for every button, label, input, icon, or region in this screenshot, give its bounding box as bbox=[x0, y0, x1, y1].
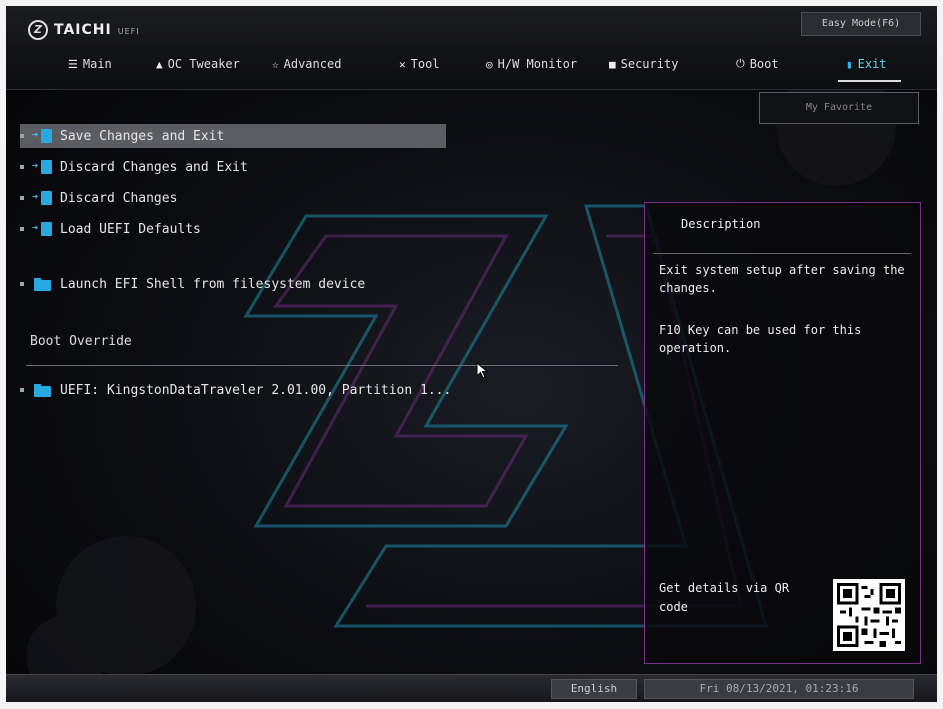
menu-item-label: Launch EFI Shell from filesystem device bbox=[60, 276, 366, 292]
tab-oc-tweaker[interactable]: ▲ OC Tweaker bbox=[156, 50, 240, 78]
bullet-icon bbox=[20, 134, 24, 138]
menu-item-save-changes-and-exit[interactable]: ➜ Save Changes and Exit bbox=[20, 124, 446, 148]
qr-caption: Get details via QR code bbox=[659, 581, 790, 614]
boot-override-heading: Boot Override bbox=[30, 334, 132, 349]
tools-icon: ✕ bbox=[399, 57, 406, 71]
bullet-icon bbox=[20, 388, 24, 392]
date-time-display: Fri 08/13/2021, 01:23:16 bbox=[644, 679, 914, 699]
tab-security[interactable]: ■ Security bbox=[609, 50, 678, 78]
exit-icon: ➜ bbox=[32, 129, 52, 143]
divider bbox=[26, 365, 618, 366]
menu-item-label: Load UEFI Defaults bbox=[60, 221, 201, 237]
folder-icon bbox=[32, 383, 52, 397]
divider bbox=[653, 253, 911, 254]
description-text: Exit system setup after saving the chang… bbox=[659, 263, 905, 295]
exit-icon: ▮ bbox=[846, 57, 853, 71]
power-icon: ⏻ bbox=[736, 57, 745, 70]
bios-screen: Z TAICHI UEFI Easy Mode(F6) ☰ Main ▲ OC … bbox=[0, 0, 943, 709]
bullet-icon bbox=[20, 282, 24, 286]
exit-icon: ➜ bbox=[32, 160, 52, 174]
tab-hw-monitor[interactable]: ◎ H/W Monitor bbox=[486, 50, 577, 78]
tab-label: Tool bbox=[410, 57, 440, 71]
shield-icon: ■ bbox=[609, 57, 616, 71]
tab-label: H/W Monitor bbox=[497, 57, 578, 71]
menu-item-label: UEFI: KingstonDataTraveler 2.01.00, Part… bbox=[60, 382, 452, 398]
top-bar: Z TAICHI UEFI Easy Mode(F6) ☰ Main ▲ OC … bbox=[6, 6, 937, 90]
tab-label: Security bbox=[620, 57, 679, 71]
my-favorite-button[interactable]: My Favorite bbox=[759, 92, 919, 124]
tab-label: Boot bbox=[749, 57, 779, 71]
tab-label: Main bbox=[82, 57, 112, 71]
tab-tool[interactable]: ✕ Tool bbox=[399, 50, 440, 78]
exit-icon: ➜ bbox=[32, 222, 52, 236]
logo-brand: TAICHI bbox=[54, 22, 112, 38]
bottom-bar: English Fri 08/13/2021, 01:23:16 bbox=[6, 674, 937, 702]
menu-item-label: Discard Changes and Exit bbox=[60, 159, 248, 175]
menu-item-label: Save Changes and Exit bbox=[60, 128, 225, 144]
tab-main[interactable]: ☰ Main bbox=[68, 50, 112, 78]
logo-sub: UEFI bbox=[117, 26, 140, 36]
tab-label: OC Tweaker bbox=[167, 57, 240, 71]
qr-code-icon bbox=[833, 579, 905, 651]
menu-item-label: Discard Changes bbox=[60, 190, 178, 206]
tab-advanced[interactable]: ☆ Advanced bbox=[272, 50, 341, 78]
description-panel: Description Exit system setup after savi… bbox=[644, 202, 921, 664]
menu-item-load-uefi-defaults[interactable]: ➜ Load UEFI Defaults bbox=[20, 217, 201, 241]
bullet-icon bbox=[20, 165, 24, 169]
tab-label: Advanced bbox=[283, 57, 342, 71]
mouse-cursor-icon bbox=[476, 362, 489, 379]
easy-mode-button[interactable]: Easy Mode(F6) bbox=[801, 12, 921, 36]
list-icon: ☰ bbox=[68, 57, 78, 71]
logo-mark-icon: Z bbox=[28, 20, 48, 40]
exit-icon: ➜ bbox=[32, 191, 52, 205]
description-hint: F10 Key can be used for this operation. bbox=[659, 323, 862, 355]
tab-boot[interactable]: ⏻ Boot bbox=[736, 50, 779, 78]
menu-item-launch-efi-shell[interactable]: Launch EFI Shell from filesystem device bbox=[20, 272, 365, 296]
bullet-icon bbox=[20, 196, 24, 200]
taichi-logo: Z TAICHI UEFI bbox=[28, 20, 140, 40]
tab-exit[interactable]: ▮ Exit bbox=[838, 50, 900, 82]
bullet-icon bbox=[20, 227, 24, 231]
menu-item-discard-changes[interactable]: ➜ Discard Changes bbox=[20, 186, 177, 210]
monitor-icon: ◎ bbox=[486, 57, 493, 71]
language-selector[interactable]: English bbox=[551, 679, 637, 699]
main-tabs: ☰ Main ▲ OC Tweaker ☆ Advanced ✕ Tool ◎ … bbox=[6, 50, 937, 82]
description-title: Description bbox=[681, 217, 761, 231]
star-icon: ☆ bbox=[272, 57, 279, 71]
folder-icon bbox=[32, 277, 52, 291]
menu-item-boot-override-device[interactable]: UEFI: KingstonDataTraveler 2.01.00, Part… bbox=[20, 378, 451, 402]
menu-item-discard-changes-and-exit[interactable]: ➜ Discard Changes and Exit bbox=[20, 155, 248, 179]
flask-icon: ▲ bbox=[156, 57, 163, 71]
tab-label: Exit bbox=[857, 57, 887, 71]
